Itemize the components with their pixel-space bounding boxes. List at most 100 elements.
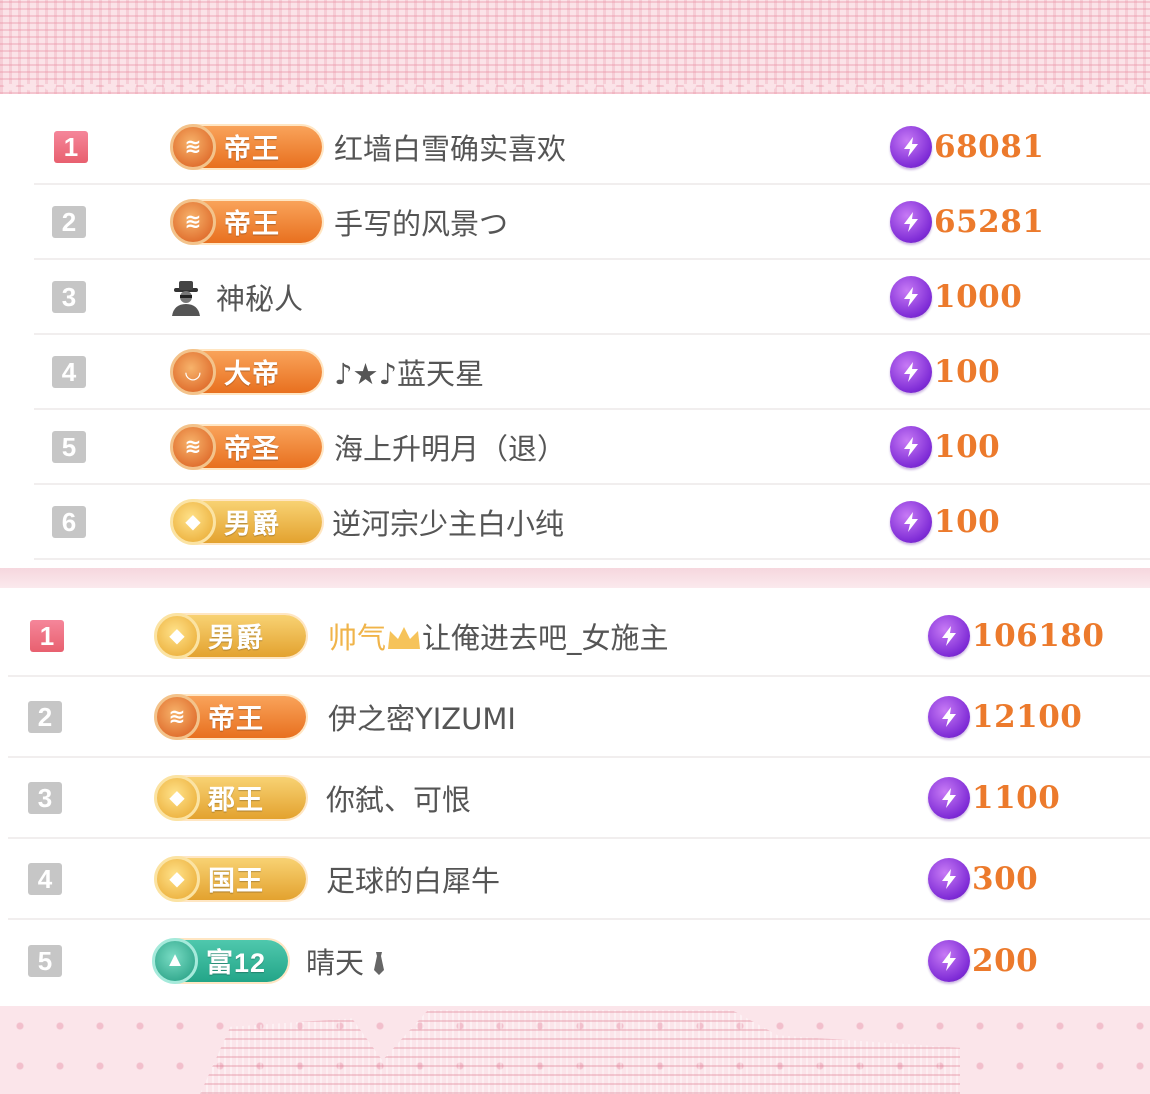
score: 100 <box>890 425 1000 468</box>
list-item[interactable]: 6 ◆ 男爵 逆河宗少主白小纯 100 <box>34 485 1150 560</box>
mystery-man-icon <box>172 281 200 316</box>
score-value: 100 <box>934 353 1001 390</box>
score-value: 1000 <box>934 278 1023 315</box>
level-badge-label: 帝圣 <box>224 434 280 464</box>
level-badge-label: 帝王 <box>224 209 280 239</box>
score-value: 12100 <box>972 698 1083 735</box>
lightning-icon <box>890 275 932 318</box>
level-badge: ◆ 郡王 <box>154 774 306 821</box>
section-divider <box>0 568 1150 588</box>
name-text: 晴天 <box>306 945 365 980</box>
user-name[interactable]: 足球的白犀牛 <box>326 858 500 900</box>
rank-badge: 5 <box>28 944 62 977</box>
score-value: 200 <box>972 942 1039 979</box>
lightning-icon <box>890 200 932 243</box>
list-item[interactable]: 1 ◆ 男爵 帅气 让俺进去吧_女施主 106180 <box>8 596 1150 677</box>
lightning-icon <box>928 939 970 982</box>
list-item[interactable]: 5 ≋ 帝圣 海上升明月（退） 100 <box>34 410 1150 485</box>
list-item[interactable]: 2 ≋ 帝王 手写的风景つ 65281 <box>34 185 1150 260</box>
lightning-icon <box>890 500 932 543</box>
level-emblem-icon: ◆ <box>170 498 216 545</box>
score-value: 106180 <box>972 617 1105 654</box>
score: 1000 <box>890 275 1023 318</box>
rank-badge: 2 <box>52 205 86 238</box>
level-badge-label: 大帝 <box>224 359 280 389</box>
level-emblem-icon: ≋ <box>170 198 216 245</box>
rank-badge: 6 <box>52 505 86 538</box>
level-badge-label: 郡王 <box>208 785 264 815</box>
rank-badge: 3 <box>52 280 86 313</box>
score-value: 65281 <box>934 203 1045 240</box>
user-name[interactable]: 逆河宗少主白小纯 <box>332 501 564 543</box>
score: 100 <box>890 500 1001 543</box>
ranking-list-1: 1 ≋ 帝王 红墙白雪确实喜欢 68081 2 ≋ 帝王 手写的风景つ 6528… <box>0 94 1150 568</box>
rank-badge: 4 <box>52 355 86 388</box>
level-emblem-icon: ◆ <box>154 774 200 821</box>
level-badge-label: 富12 <box>206 948 267 978</box>
list-item[interactable]: 4 ◡ 大帝 ♪★♪蓝天星 100 <box>34 335 1150 410</box>
score: 65281 <box>890 200 1045 243</box>
bottom-decorative-band <box>0 1006 1150 1094</box>
lightning-icon <box>928 695 970 738</box>
lightning-icon <box>890 425 932 468</box>
score-value: 300 <box>972 860 1039 897</box>
level-badge-label: 男爵 <box>208 623 264 653</box>
rank-badge: 3 <box>28 781 62 814</box>
rank-badge: 2 <box>28 700 62 733</box>
rank-badge: 4 <box>28 862 62 895</box>
list-item[interactable]: 3 神秘人 1000 <box>34 260 1150 335</box>
score-value: 100 <box>934 503 1001 540</box>
score: 1100 <box>928 776 1061 819</box>
level-badge: ◆ 男爵 <box>170 498 322 545</box>
level-badge-label: 帝王 <box>208 704 264 734</box>
score-value: 68081 <box>934 128 1045 165</box>
rank-badge: 1 <box>30 619 64 652</box>
score: 200 <box>928 939 1039 982</box>
user-name[interactable]: 红墙白雪确实喜欢 <box>334 126 566 168</box>
level-badge: ≋ 帝王 <box>170 123 322 170</box>
level-badge: ≋ 帝圣 <box>170 423 322 470</box>
user-name[interactable]: 你弑、可恨 <box>326 777 471 819</box>
user-name[interactable]: ♪★♪蓝天星 <box>334 351 484 393</box>
level-badge: ◆ 国王 <box>154 855 306 902</box>
lightning-icon <box>928 857 970 900</box>
list-item[interactable]: 5 ▲ 富12 晴天 200 <box>8 920 1150 1001</box>
rank-badge: 5 <box>52 430 86 463</box>
level-emblem-icon: ≋ <box>170 423 216 470</box>
list-item[interactable]: 4 ◆ 国王 足球的白犀牛 300 <box>8 839 1150 920</box>
level-badge: ◆ 男爵 <box>154 612 306 659</box>
ascii-art-decoration <box>200 1010 960 1094</box>
user-name[interactable]: 帅气 让俺进去吧_女施主 <box>328 615 669 657</box>
top-decorative-band <box>0 0 1150 94</box>
user-name[interactable]: 晴天 <box>306 940 390 982</box>
score: 300 <box>928 857 1039 900</box>
lightning-icon <box>928 776 970 819</box>
name-text: 让俺进去吧_女施主 <box>422 620 669 655</box>
user-name[interactable]: 神秘人 <box>216 276 303 318</box>
level-emblem-icon: ◆ <box>154 612 200 659</box>
level-badge-label: 男爵 <box>224 509 280 539</box>
level-badge: ◡ 大帝 <box>170 348 322 395</box>
tie-icon <box>374 951 385 975</box>
level-emblem-icon: ◆ <box>154 855 200 902</box>
level-emblem-icon: ◡ <box>170 348 216 395</box>
lightning-icon <box>890 350 932 393</box>
level-badge-label: 国王 <box>208 866 264 896</box>
name-prefix: 帅气 <box>328 620 387 655</box>
list-item[interactable]: 3 ◆ 郡王 你弑、可恨 1100 <box>8 758 1150 839</box>
level-badge: ≋ 帝王 <box>170 198 322 245</box>
level-badge: ≋ 帝王 <box>154 693 306 740</box>
user-name[interactable]: 伊之密YIZUMI <box>328 696 516 738</box>
list-item[interactable]: 2 ≋ 帝王 伊之密YIZUMI 12100 <box>8 677 1150 758</box>
score: 68081 <box>890 125 1045 168</box>
user-name[interactable]: 手写的风景つ <box>334 201 508 243</box>
level-badge: ▲ 富12 <box>152 937 288 984</box>
user-name[interactable]: 海上升明月（退） <box>334 426 566 468</box>
crown-icon <box>388 626 421 649</box>
lightning-icon <box>928 614 970 657</box>
list-item[interactable]: 1 ≋ 帝王 红墙白雪确实喜欢 68081 <box>34 110 1150 185</box>
level-badge-label: 帝王 <box>224 134 280 164</box>
level-emblem-icon: ≋ <box>170 123 216 170</box>
level-emblem-icon: ▲ <box>152 937 198 984</box>
score-value: 1100 <box>972 779 1061 816</box>
